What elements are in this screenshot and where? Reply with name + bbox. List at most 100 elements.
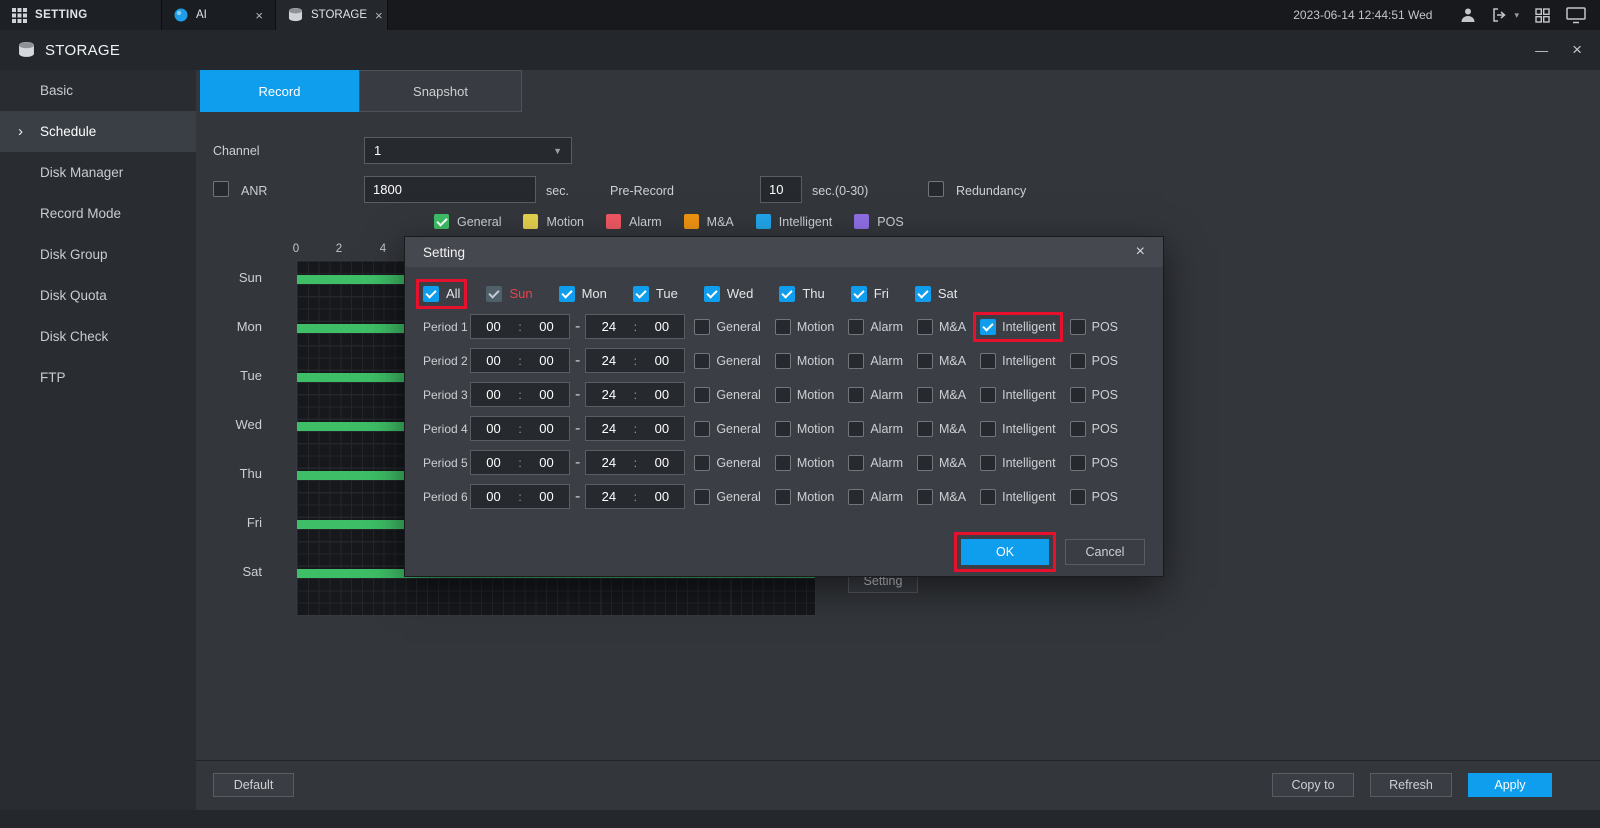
checkbox[interactable] xyxy=(917,353,933,369)
chevron-down-icon[interactable]: ▾ xyxy=(1514,10,1519,21)
end-hour-field[interactable]: 24 xyxy=(586,353,631,368)
start-hour-field[interactable]: 00 xyxy=(471,387,516,402)
type-check-pos[interactable]: POS xyxy=(1070,353,1118,369)
checkbox[interactable] xyxy=(980,489,996,505)
period-start-time[interactable]: 00 : 00 xyxy=(470,450,570,475)
type-check-pos[interactable]: POS xyxy=(1070,455,1118,471)
tab-snapshot[interactable]: Snapshot xyxy=(359,70,522,112)
sidebar-item-record-mode[interactable]: Record Mode xyxy=(0,193,196,234)
close-icon[interactable]: × xyxy=(1136,244,1145,260)
type-check-pos[interactable]: POS xyxy=(1070,387,1118,403)
day-check-wed[interactable]: Wed xyxy=(704,286,754,302)
type-check-alarm[interactable]: Alarm xyxy=(848,489,903,505)
period-start-time[interactable]: 00 : 00 xyxy=(470,348,570,373)
day-check-sat[interactable]: Sat xyxy=(915,286,958,302)
period-end-time[interactable]: 24 : 00 xyxy=(585,450,685,475)
start-minute-field[interactable]: 00 xyxy=(524,353,569,368)
type-check-motion[interactable]: Motion xyxy=(775,387,835,403)
checkbox[interactable] xyxy=(980,421,996,437)
checkbox[interactable] xyxy=(980,455,996,471)
checkbox[interactable] xyxy=(848,387,864,403)
tab-storage[interactable]: STORAGE × xyxy=(276,0,388,30)
end-hour-field[interactable]: 24 xyxy=(586,489,631,504)
checkbox[interactable] xyxy=(1070,421,1086,437)
anr-checkbox[interactable] xyxy=(213,181,229,197)
type-check-alarm[interactable]: Alarm xyxy=(848,319,903,335)
default-button[interactable]: Default xyxy=(213,773,294,797)
checkbox[interactable] xyxy=(775,455,791,471)
period-end-time[interactable]: 24 : 00 xyxy=(585,314,685,339)
type-check-ma[interactable]: M&A xyxy=(917,319,966,335)
end-minute-field[interactable]: 00 xyxy=(639,421,684,436)
checkbox[interactable] xyxy=(980,319,996,335)
period-end-time[interactable]: 24 : 00 xyxy=(585,484,685,509)
day-check-all[interactable]: All xyxy=(423,286,460,302)
checkbox[interactable] xyxy=(775,353,791,369)
channel-select[interactable]: 1 ▼ xyxy=(364,137,572,164)
tab-record[interactable]: Record xyxy=(200,70,359,112)
sidebar-item-disk-check[interactable]: Disk Check xyxy=(0,316,196,357)
end-minute-field[interactable]: 00 xyxy=(639,319,684,334)
end-minute-field[interactable]: 00 xyxy=(639,387,684,402)
end-hour-field[interactable]: 24 xyxy=(586,421,631,436)
type-check-general[interactable]: General xyxy=(694,319,760,335)
period-start-time[interactable]: 00 : 00 xyxy=(470,382,570,407)
type-check-ma[interactable]: M&A xyxy=(917,489,966,505)
end-minute-field[interactable]: 00 xyxy=(639,353,684,368)
type-check-pos[interactable]: POS xyxy=(1070,421,1118,437)
day-check-thu[interactable]: Thu xyxy=(779,286,824,302)
refresh-button[interactable]: Refresh xyxy=(1370,773,1452,797)
period-start-time[interactable]: 00 : 00 xyxy=(470,484,570,509)
checkbox[interactable] xyxy=(633,286,649,302)
type-check-motion[interactable]: Motion xyxy=(775,455,835,471)
sidebar-item-schedule[interactable]: › Schedule xyxy=(0,111,196,152)
type-check-alarm[interactable]: Alarm xyxy=(848,421,903,437)
sidebar-item-disk-group[interactable]: Disk Group xyxy=(0,234,196,275)
period-end-time[interactable]: 24 : 00 xyxy=(585,382,685,407)
end-hour-field[interactable]: 24 xyxy=(586,387,631,402)
checkbox[interactable] xyxy=(694,421,710,437)
type-check-intelligent[interactable]: Intelligent xyxy=(980,319,1056,335)
checkbox[interactable] xyxy=(848,319,864,335)
start-minute-field[interactable]: 00 xyxy=(524,387,569,402)
alarm-swatch[interactable] xyxy=(606,214,621,229)
type-check-motion[interactable]: Motion xyxy=(775,319,835,335)
tab-setting[interactable]: SETTING xyxy=(0,0,162,30)
monitor-icon[interactable] xyxy=(1566,7,1586,24)
checkbox[interactable] xyxy=(917,319,933,335)
checkbox[interactable] xyxy=(423,286,439,302)
checkbox[interactable] xyxy=(848,455,864,471)
legend-pos[interactable]: POS xyxy=(854,214,903,229)
close-tab-icon[interactable]: × xyxy=(255,9,263,22)
period-start-time[interactable]: 00 : 00 xyxy=(470,314,570,339)
minimize-icon[interactable]: — xyxy=(1535,43,1548,58)
start-hour-field[interactable]: 00 xyxy=(471,353,516,368)
checkbox[interactable] xyxy=(917,421,933,437)
checkbox[interactable] xyxy=(559,286,575,302)
sidebar-item-disk-quota[interactable]: Disk Quota xyxy=(0,275,196,316)
checkbox[interactable] xyxy=(848,353,864,369)
type-check-intelligent[interactable]: Intelligent xyxy=(980,421,1056,437)
checkbox[interactable] xyxy=(775,319,791,335)
type-check-general[interactable]: General xyxy=(694,353,760,369)
checkbox[interactable] xyxy=(917,489,933,505)
general-swatch[interactable] xyxy=(434,214,449,229)
legend-ma[interactable]: M&A xyxy=(684,214,734,229)
type-check-pos[interactable]: POS xyxy=(1070,319,1118,335)
period-end-time[interactable]: 24 : 00 xyxy=(585,416,685,441)
type-check-ma[interactable]: M&A xyxy=(917,421,966,437)
end-hour-field[interactable]: 24 xyxy=(586,455,631,470)
type-check-intelligent[interactable]: Intelligent xyxy=(980,489,1056,505)
close-tab-icon[interactable]: × xyxy=(375,9,383,22)
type-check-ma[interactable]: M&A xyxy=(917,455,966,471)
type-check-alarm[interactable]: Alarm xyxy=(848,353,903,369)
checkbox[interactable] xyxy=(694,353,710,369)
start-minute-field[interactable]: 00 xyxy=(524,489,569,504)
legend-intelligent[interactable]: Intelligent xyxy=(756,214,833,229)
tab-ai[interactable]: AI × xyxy=(162,0,276,30)
legend-alarm[interactable]: Alarm xyxy=(606,214,662,229)
start-minute-field[interactable]: 00 xyxy=(524,455,569,470)
type-check-general[interactable]: General xyxy=(694,421,760,437)
checkbox[interactable] xyxy=(775,489,791,505)
checkbox[interactable] xyxy=(1070,387,1086,403)
